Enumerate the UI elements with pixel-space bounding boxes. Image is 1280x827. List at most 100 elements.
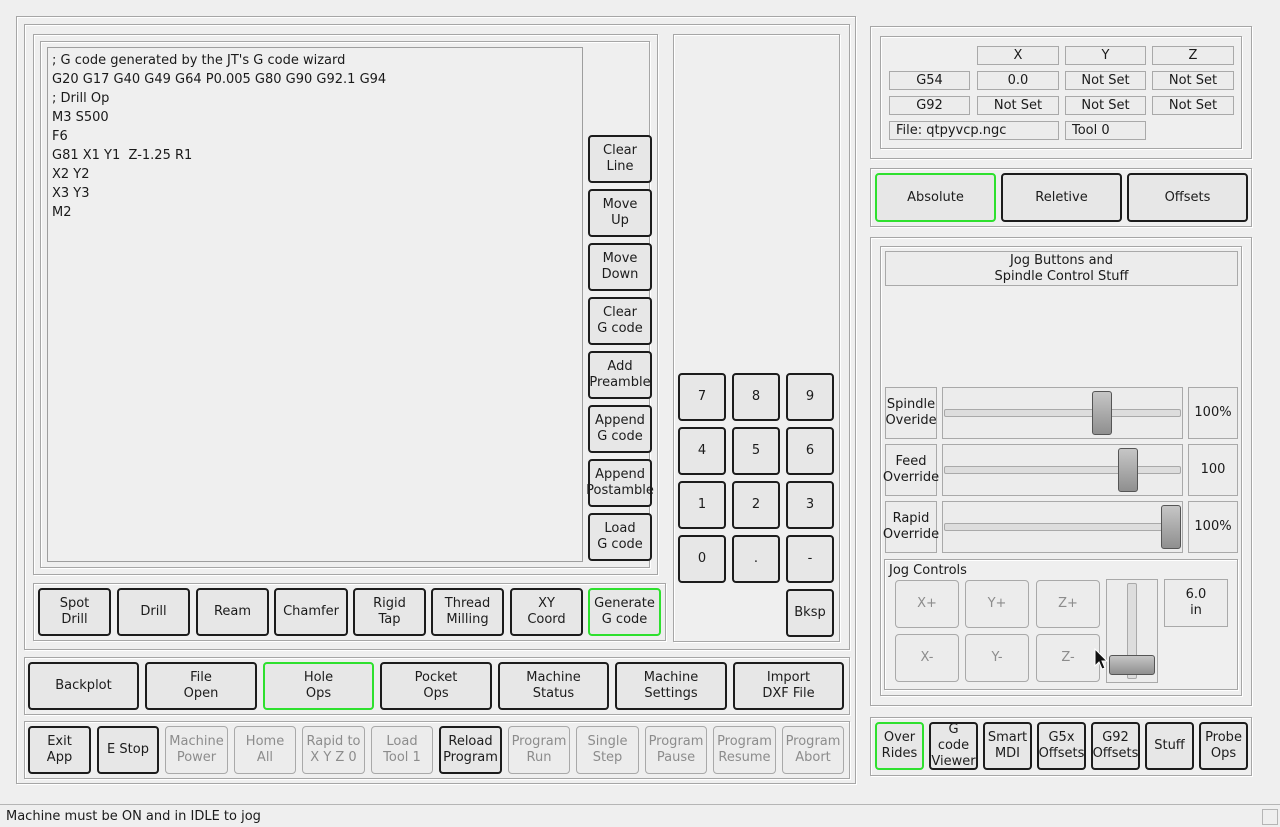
spindle-override-track[interactable] <box>944 409 1181 417</box>
rapid-override-value: 100% <box>1188 501 1238 553</box>
feed-override-track[interactable] <box>944 466 1181 474</box>
spindle-override-label: Spindle Overide <box>885 387 937 439</box>
g92-offsets-tab-button[interactable]: G92 Offsets <box>1091 722 1140 770</box>
jog-z-plus-button[interactable]: Z+ <box>1036 580 1100 628</box>
rapid-to-zero-button[interactable]: Rapid to X Y Z 0 <box>302 726 365 774</box>
dro-g92-label: G92 <box>889 96 970 115</box>
jog-y-plus-button[interactable]: Y+ <box>965 580 1029 628</box>
program-abort-button[interactable]: Program Abort <box>782 726 844 774</box>
gcode-line: X2 Y2 <box>52 167 90 182</box>
append-postamble-button[interactable]: Append Postamble <box>586 459 654 507</box>
keypad-4[interactable]: 4 <box>678 427 726 475</box>
probe-ops-tab-button[interactable]: Probe Ops <box>1199 722 1248 770</box>
keypad-8[interactable]: 8 <box>732 373 780 421</box>
keypad-9[interactable]: 9 <box>786 373 834 421</box>
dro-g92-x: Not Set <box>977 96 1059 115</box>
single-step-button[interactable]: Single Step <box>576 726 639 774</box>
dro-g54-y: Not Set <box>1065 71 1146 90</box>
append-gcode-button[interactable]: Append G code <box>588 405 652 453</box>
smart-mdi-tab-button[interactable]: Smart MDI <box>983 722 1032 770</box>
status-bar: Machine must be ON and in IDLE to jog <box>0 804 1280 827</box>
load-gcode-button[interactable]: Load G code <box>588 513 652 561</box>
status-message: Machine must be ON and in IDLE to jog <box>6 809 261 824</box>
file-name-label: File: qtpyvcp.ngc <box>889 121 1059 140</box>
dro-g54-z: Not Set <box>1152 71 1234 90</box>
keypad-minus[interactable]: - <box>786 535 834 583</box>
move-up-button[interactable]: Move Up <box>588 189 652 237</box>
gcode-line: M3 S500 <box>52 110 109 125</box>
thread-milling-button[interactable]: Thread Milling <box>431 588 504 636</box>
gcode-viewer-tab-button[interactable]: G code Viewer <box>929 722 978 770</box>
jog-increment-handle[interactable] <box>1109 655 1155 676</box>
jog-z-minus-button[interactable]: Z- <box>1036 634 1100 682</box>
spot-drill-button[interactable]: Spot Drill <box>38 588 111 636</box>
keypad-dot[interactable]: . <box>732 535 780 583</box>
feed-override-handle[interactable] <box>1117 448 1138 492</box>
keypad-6[interactable]: 6 <box>786 427 834 475</box>
backplot-button[interactable]: Backplot <box>28 662 139 710</box>
gcode-line: G20 G17 G40 G49 G64 P0.005 G80 G90 G92.1… <box>52 72 387 87</box>
home-all-button[interactable]: Home All <box>234 726 296 774</box>
load-tool-button[interactable]: Load Tool 1 <box>371 726 433 774</box>
file-open-button[interactable]: File Open <box>145 662 257 710</box>
estop-button[interactable]: E Stop <box>97 726 159 774</box>
rapid-override-handle[interactable] <box>1161 505 1181 549</box>
offsets-button[interactable]: Offsets <box>1127 173 1248 222</box>
jog-x-minus-button[interactable]: X- <box>895 634 959 682</box>
jog-panel-title: Jog Buttons and Spindle Control Stuff <box>885 251 1238 286</box>
overrides-tab-button[interactable]: Over Rides <box>875 722 924 770</box>
machine-power-button[interactable]: Machine Power <box>165 726 228 774</box>
add-preamble-button[interactable]: Add Preamble <box>588 351 652 399</box>
stuff-tab-button[interactable]: Stuff <box>1145 722 1194 770</box>
hole-ops-button[interactable]: Hole Ops <box>263 662 374 710</box>
g5x-offsets-tab-button[interactable]: G5x Offsets <box>1037 722 1086 770</box>
keypad-2[interactable]: 2 <box>732 481 780 529</box>
keypad-7[interactable]: 7 <box>678 373 726 421</box>
absolute-button[interactable]: Absolute <box>875 173 996 222</box>
import-dxf-button[interactable]: Import DXF File <box>733 662 844 710</box>
machine-settings-button[interactable]: Machine Settings <box>615 662 727 710</box>
drill-button[interactable]: Drill <box>117 588 190 636</box>
keypad-5[interactable]: 5 <box>732 427 780 475</box>
clear-gcode-button[interactable]: Clear G code <box>588 297 652 345</box>
jog-x-plus-button[interactable]: X+ <box>895 580 959 628</box>
reload-program-button[interactable]: Reload Program <box>439 726 502 774</box>
exit-app-button[interactable]: Exit App <box>28 726 91 774</box>
dro-g92-z: Not Set <box>1152 96 1234 115</box>
dro-header-x: X <box>977 46 1059 65</box>
generate-gcode-button[interactable]: Generate G code <box>588 588 661 636</box>
feed-override-value: 100 <box>1188 444 1238 496</box>
clear-line-button[interactable]: Clear Line <box>588 135 652 183</box>
rigid-tap-button[interactable]: Rigid Tap <box>353 588 426 636</box>
jog-y-minus-button[interactable]: Y- <box>965 634 1029 682</box>
keypad-backspace-button[interactable]: Bksp <box>786 589 834 637</box>
ream-button[interactable]: Ream <box>196 588 269 636</box>
relative-button[interactable]: Reletive <box>1001 173 1122 222</box>
keypad-1[interactable]: 1 <box>678 481 726 529</box>
dro-header-z: Z <box>1152 46 1234 65</box>
machine-status-button[interactable]: Machine Status <box>498 662 609 710</box>
dro-g54-label: G54 <box>889 71 970 90</box>
spindle-override-handle[interactable] <box>1091 391 1112 435</box>
gcode-line: ; Drill Op <box>52 91 110 106</box>
gcode-line: F6 <box>52 129 68 144</box>
gcode-line: G81 X1 Y1 Z-1.25 R1 <box>52 148 193 163</box>
rapid-override-track[interactable] <box>944 523 1181 531</box>
keypad-3[interactable]: 3 <box>786 481 834 529</box>
gcode-editor[interactable]: ; G code generated by the JT's G code wi… <box>47 47 583 562</box>
move-down-button[interactable]: Move Down <box>588 243 652 291</box>
chamfer-button[interactable]: Chamfer <box>274 588 348 636</box>
dro-g92-y: Not Set <box>1065 96 1146 115</box>
gcode-line: M2 <box>52 205 72 220</box>
program-run-button[interactable]: Program Run <box>508 726 570 774</box>
program-resume-button[interactable]: Program Resume <box>713 726 776 774</box>
program-pause-button[interactable]: Program Pause <box>645 726 707 774</box>
rapid-override-label: Rapid Override <box>883 501 939 553</box>
pocket-ops-button[interactable]: Pocket Ops <box>380 662 492 710</box>
keypad-0[interactable]: 0 <box>678 535 726 583</box>
xy-coord-button[interactable]: XY Coord <box>510 588 583 636</box>
dro-g54-x: 0.0 <box>977 71 1059 90</box>
spindle-override-value: 100% <box>1188 387 1238 439</box>
feed-override-label: Feed Override <box>883 444 939 496</box>
mouse-cursor-icon <box>1094 648 1108 670</box>
